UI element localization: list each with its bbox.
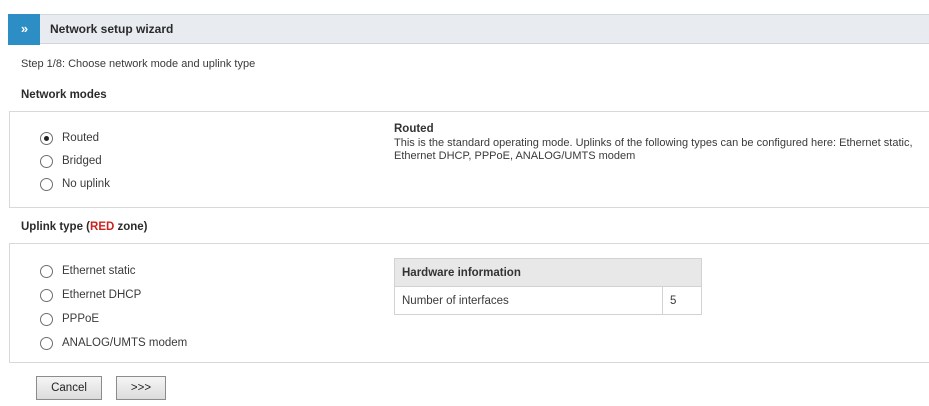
radio-button[interactable]: [40, 312, 53, 326]
uplink-type-panel: Ethernet static Ethernet DHCP PPPoE ANAL…: [9, 243, 929, 363]
uplink-heading-prefix: Uplink type (: [21, 221, 91, 233]
uplink-type-heading: Uplink type (RED zone): [21, 221, 148, 233]
radio-button[interactable]: [40, 177, 53, 191]
radio-button[interactable]: [40, 264, 53, 278]
mode-description-text: This is the standard operating mode. Upl…: [394, 137, 913, 162]
radio-option-bridged[interactable]: Bridged: [40, 153, 102, 169]
red-zone-label: RED: [90, 221, 115, 233]
table-row: Number of interfaces 5: [394, 286, 702, 315]
radio-label: Bridged: [62, 155, 102, 167]
radio-option-ethernet-dhcp[interactable]: Ethernet DHCP: [40, 287, 141, 303]
interfaces-label: Number of interfaces: [394, 286, 663, 315]
radio-label: PPPoE: [62, 313, 100, 325]
radio-label: No uplink: [62, 178, 110, 190]
radio-button[interactable]: [40, 131, 53, 145]
radio-button[interactable]: [40, 336, 53, 350]
wizard-titlebar: » Network setup wizard: [8, 14, 929, 45]
radio-option-pppoe[interactable]: PPPoE: [40, 311, 99, 327]
expand-chevron-icon[interactable]: »: [8, 14, 40, 45]
radio-label: Ethernet static: [62, 265, 136, 277]
hardware-info-header: Hardware information: [394, 258, 702, 287]
interfaces-count: 5: [662, 286, 702, 315]
uplink-heading-suffix: zone): [114, 221, 148, 233]
wizard-title: Network setup wizard: [50, 22, 174, 36]
hardware-info-table: Hardware information Number of interface…: [394, 258, 702, 315]
step-indicator: Step 1/8: Choose network mode and uplink…: [21, 58, 256, 70]
table-header-row: Hardware information: [394, 258, 702, 287]
mode-description-title: Routed: [394, 123, 434, 135]
radio-button[interactable]: [40, 154, 53, 168]
radio-label: ANALOG/UMTS modem: [62, 337, 188, 349]
radio-label: Routed: [62, 132, 100, 144]
cancel-button[interactable]: Cancel: [36, 376, 102, 400]
network-modes-heading: Network modes: [21, 89, 107, 101]
radio-label: Ethernet DHCP: [62, 289, 142, 301]
radio-option-ethernet-static[interactable]: Ethernet static: [40, 263, 136, 279]
radio-button[interactable]: [40, 288, 53, 302]
radio-option-analog-umts-modem[interactable]: ANALOG/UMTS modem: [40, 335, 187, 351]
network-modes-panel: Routed Bridged No uplink Routed This is …: [9, 111, 929, 208]
next-button[interactable]: >>>: [116, 376, 166, 400]
radio-option-routed[interactable]: Routed: [40, 130, 99, 146]
radio-option-no-uplink[interactable]: No uplink: [40, 176, 110, 192]
